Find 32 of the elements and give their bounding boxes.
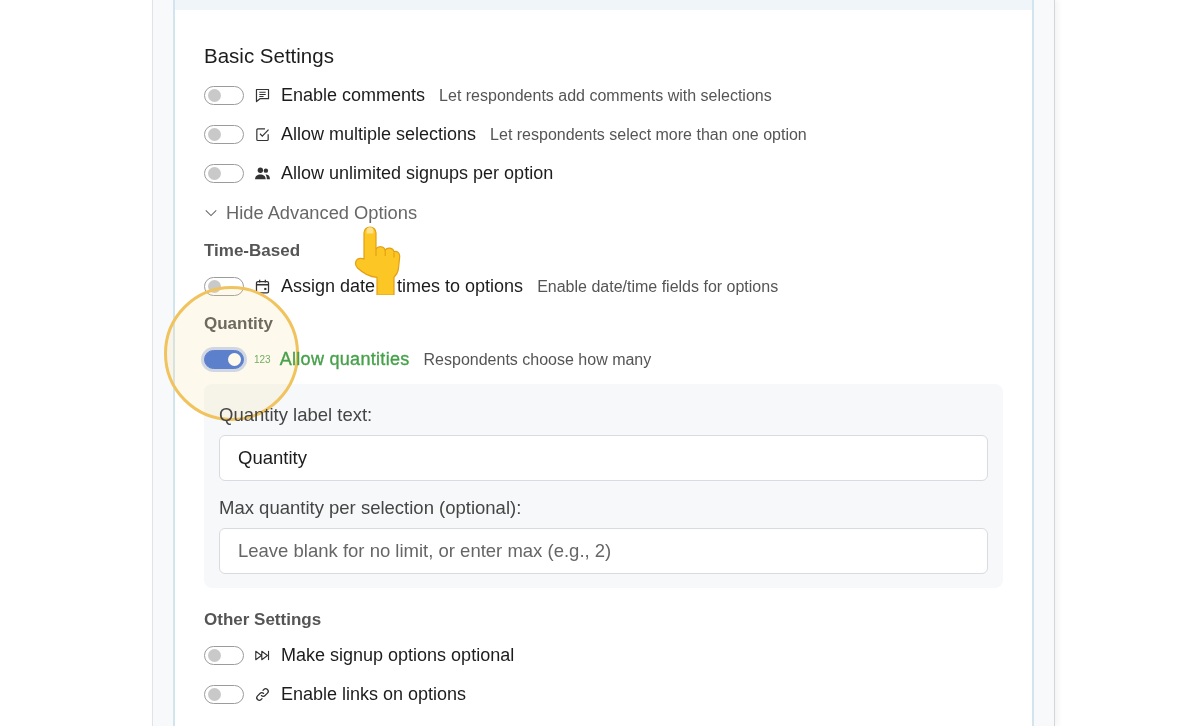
text-input[interactable]: Quantity	[219, 435, 988, 481]
toggle-switch[interactable]	[204, 685, 244, 704]
option-label: Allow multiple selections	[281, 124, 477, 145]
field-label: Max quantity per selection (optional):	[219, 497, 522, 519]
option-label: Allow unlimited signups per option	[281, 163, 554, 184]
section-heading: Other Settings	[204, 609, 322, 631]
numbers-icon: 123	[254, 353, 271, 366]
option-description: Enable date/time fields for options	[537, 277, 779, 296]
option-label: Enable links on options	[281, 684, 467, 705]
toggle-switch[interactable]	[204, 125, 244, 144]
option-description: Respondents choose how many	[423, 350, 652, 369]
toggle-switch[interactable]	[204, 350, 244, 369]
comment-icon	[254, 87, 271, 104]
option-label: Enable comments	[281, 85, 426, 106]
calendar-icon	[254, 278, 271, 295]
option-label: times to options	[397, 276, 524, 297]
people-icon	[254, 165, 271, 182]
option-description: Let respondents add comments with selections	[439, 86, 772, 105]
text-input[interactable]: Leave blank for no limit, or enter max (e.g., 2)	[219, 528, 988, 574]
section-heading: Basic Settings	[204, 44, 334, 68]
section-heading: Quantity	[204, 313, 273, 335]
link-icon	[254, 686, 271, 703]
checkbox-icon	[254, 126, 271, 143]
option-label: Assign date	[281, 276, 376, 297]
toggle-switch[interactable]	[204, 164, 244, 183]
option-label: Make signup options optional	[281, 645, 515, 666]
section-heading: Time-Based	[204, 240, 301, 262]
toggle-switch[interactable]	[204, 646, 244, 665]
advanced-options-toggle[interactable]: Hide Advanced Options	[204, 201, 418, 224]
toggle-switch[interactable]	[204, 86, 244, 105]
option-description: Let respondents select more than one option	[490, 125, 807, 144]
toggle-switch[interactable]	[204, 277, 244, 296]
